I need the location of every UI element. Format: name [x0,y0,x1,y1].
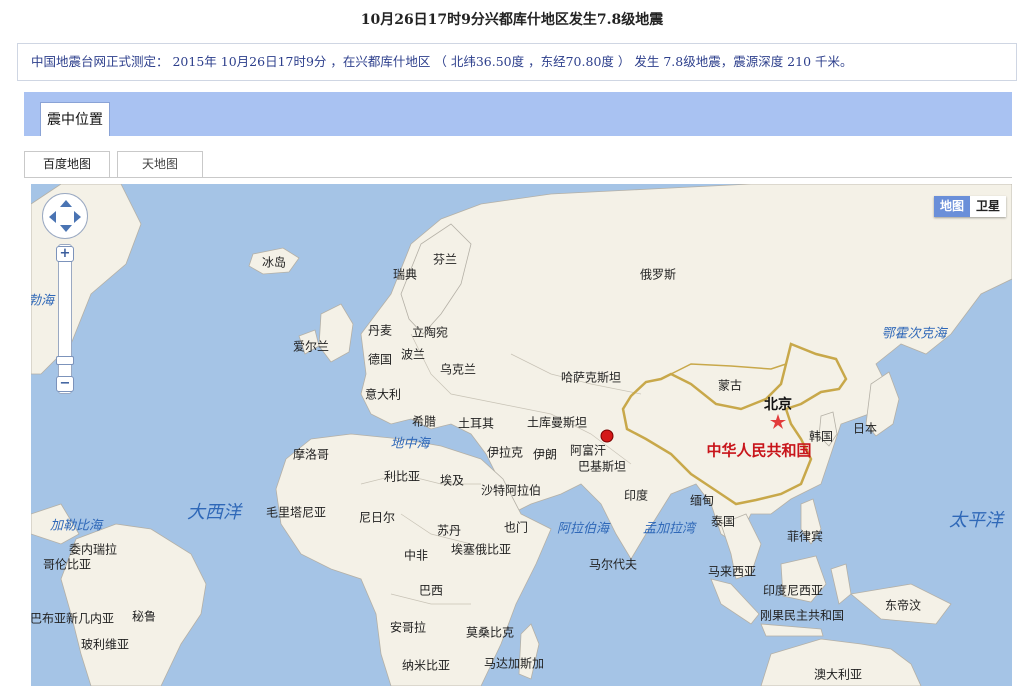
map-label-country: 埃塞俄比亚 [450,542,512,557]
map-label-country: 巴西 [418,583,444,598]
page-title: 10月26日17时9分兴都库什地区发生7.8级地震 [360,12,664,28]
map-label-country: 意大利 [364,387,402,402]
map-label-country: 马尔代夫 [588,557,638,572]
map-label-country: 冰岛 [261,255,287,270]
map-label-country: 波兰 [400,347,426,362]
section-header-bar: 震中位置 [24,92,1012,136]
map-label-country: 也门 [503,520,529,535]
map-label-country: 苏丹 [436,523,462,538]
zoom-slider-track[interactable] [58,244,72,394]
pan-up-icon[interactable] [60,200,72,207]
map-label-country: 巴布亚新几内亚 [31,611,115,626]
map-label-country: 阿富汗 [569,443,607,458]
map-label-country: 印度尼西亚 [762,583,824,598]
map-label-country: 马达加斯加 [483,656,545,671]
map-label-country: 利比亚 [383,469,421,484]
pan-right-icon[interactable] [74,211,81,223]
tabs-divider [24,177,1012,178]
map-label-country: 菲律宾 [786,529,824,544]
map-label-country: 尼日尔 [358,510,396,525]
map-label-country: 爱尔兰 [292,339,330,354]
tab-epicenter-location[interactable]: 震中位置 [40,102,110,136]
map-label-country: 土库曼斯坦 [526,415,588,430]
pan-down-icon[interactable] [60,225,72,232]
map-label-country: 伊朗 [532,447,558,462]
zoom-out-button[interactable]: − [56,376,74,392]
map-label-country: 沙特阿拉伯 [480,483,542,498]
map-label-country: 巴基斯坦 [577,459,627,474]
map-label-country: 中非 [403,548,429,563]
map-label-country: 哈萨克斯坦 [560,370,622,385]
map-label-country: 埃及 [439,473,465,488]
map-label-country: 丹麦 [367,323,393,338]
map-label-country: 东帝汶 [884,598,922,613]
map-label-country: 立陶宛 [411,325,449,340]
map-label-country: 刚果民主共和国 [759,608,845,623]
map-label-country: 哥伦比亚 [42,557,92,572]
map-label-country: 俄罗斯 [639,267,677,282]
map-label-country: 马来西亚 [707,564,757,579]
map-label-country: 缅甸 [689,493,715,508]
map-label-country: 泰国 [710,514,736,529]
map-label-country: 芬兰 [432,252,458,267]
map-label-ocean: 大西洋 [187,502,241,523]
map-label-country: 印度 [623,488,649,503]
map-label-ocean: 孟加拉湾 [642,521,696,537]
map-label-country: 希腊 [411,414,437,429]
map-label-country: 玻利维亚 [80,637,130,652]
map-label-country: 摩洛哥 [292,447,330,462]
map-label-country: 伊拉克 [486,445,524,460]
map-label-ocean: 地中海 [390,436,430,452]
map-label-ocean: 加勒比海 [49,518,103,534]
map-label-country: 瑞典 [392,267,418,282]
map-view[interactable]: 冰岛 芬兰 瑞典 俄罗斯丹麦 立陶宛爱尔兰德国 波兰 乌克兰哈萨克斯坦蒙古意大利 希腊 土耳其 土… [31,184,1012,686]
epicenter-marker [600,429,614,443]
map-label-country: 乌克兰 [439,362,477,377]
map-label-ocean: 阿拉伯海 [556,521,610,537]
map-label-country: 纳米比亚 [401,658,451,673]
map-label-country: 中华人民共和国 [706,441,812,460]
tab-tianditu-map[interactable]: 天地图 [117,151,203,178]
pan-control[interactable] [42,193,88,239]
map-label-country: 韩国 [808,429,834,444]
map-label-ocean: 勃海 [31,293,55,309]
map-label-capital: 北京 [764,397,792,413]
map-type-map-button[interactable]: 地图 [933,196,970,217]
earthquake-notice: 中国地震台网正式测定： 2015年 10月26日17时9分 ，在兴都库什地区 （… [17,43,1017,81]
map-label-country: 德国 [367,352,393,367]
map-label-country: 澳大利亚 [813,667,863,682]
map-label-country: 土耳其 [457,416,495,431]
map-label-country: 安哥拉 [389,620,427,635]
pan-left-icon[interactable] [49,211,56,223]
map-label-country: 日本 [852,421,878,436]
map-label-country: 秘鲁 [131,609,157,624]
map-label-country: 莫桑比克 [465,625,515,640]
map-label-ocean: 太平洋 [949,510,1003,531]
tab-baidu-map[interactable]: 百度地图 [24,151,110,178]
map-type-satellite-button[interactable]: 卫星 [969,196,1006,217]
map-label-country: 毛里塔尼亚 [265,505,327,520]
zoom-in-button[interactable]: + [56,246,74,262]
map-label-ocean: 鄂霍次克海 [881,326,947,342]
map-label-country: 蒙古 [717,378,743,393]
map-type-control: 地图 卫星 [933,196,1006,217]
zoom-slider-thumb[interactable] [56,356,74,365]
